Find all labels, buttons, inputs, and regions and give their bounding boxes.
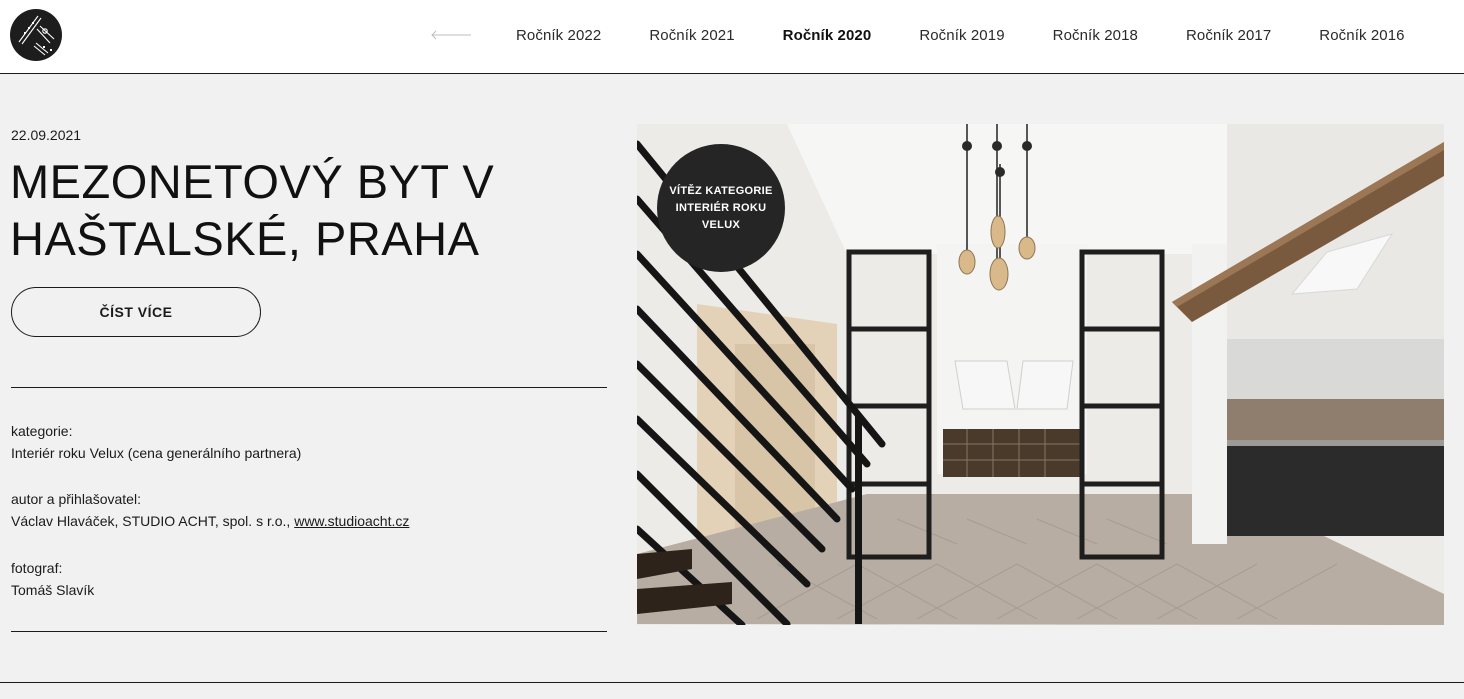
photographer-label: fotograf: <box>11 560 63 576</box>
read-more-button[interactable]: ČÍST VÍCE <box>11 287 261 337</box>
arrow-left-icon[interactable] <box>430 25 472 45</box>
category-block: kategorie: Interiér roku Velux (cena gen… <box>11 420 301 464</box>
site-header: Ročník 2022 Ročník 2021 Ročník 2020 Ročn… <box>0 0 1464 74</box>
divider <box>11 631 607 632</box>
divider <box>11 387 607 388</box>
author-value: Václav Hlaváček, STUDIO ACHT, spol. s r.… <box>11 513 295 529</box>
nav-item-2020[interactable]: Ročník 2020 <box>783 27 872 44</box>
nav-item-2018[interactable]: Ročník 2018 <box>1053 27 1138 44</box>
logo[interactable] <box>10 9 62 61</box>
nav-item-2019[interactable]: Ročník 2019 <box>919 27 1004 44</box>
author-label: autor a přihlašovatel: <box>11 491 141 507</box>
nav-item-2017[interactable]: Ročník 2017 <box>1186 27 1271 44</box>
article-date: 22.09.2021 <box>11 127 82 143</box>
category-label: kategorie: <box>11 423 73 439</box>
nav-item-2022[interactable]: Ročník 2022 <box>516 27 601 44</box>
author-block: autor a přihlašovatel: Václav Hlaváček, … <box>11 488 409 532</box>
author-website-link[interactable]: www.studioacht.cz <box>294 513 409 529</box>
photographer-value: Tomáš Slavík <box>11 582 95 598</box>
article-title: MEZONETOVÝ BYT V HAŠTALSKÉ, PRAHA <box>10 155 495 265</box>
winner-badge: VÍTĚZ KATEGORIE INTERIÉR ROKU VELUX <box>657 144 785 272</box>
author-line: Václav Hlaváček, STUDIO ACHT, spol. s r.… <box>11 510 409 532</box>
photographer-block: fotograf: Tomáš Slavík <box>11 557 94 601</box>
nav-item-2021[interactable]: Ročník 2021 <box>649 27 734 44</box>
page-divider <box>0 682 1464 683</box>
category-value: Interiér roku Velux (cena generálního pa… <box>11 445 302 461</box>
nav-item-2016[interactable]: Ročník 2016 <box>1319 27 1404 44</box>
year-navigation: Ročník 2022 Ročník 2021 Ročník 2020 Ročn… <box>430 0 1440 70</box>
project-photo[interactable]: VÍTĚZ KATEGORIE INTERIÉR ROKU VELUX <box>637 124 1444 625</box>
